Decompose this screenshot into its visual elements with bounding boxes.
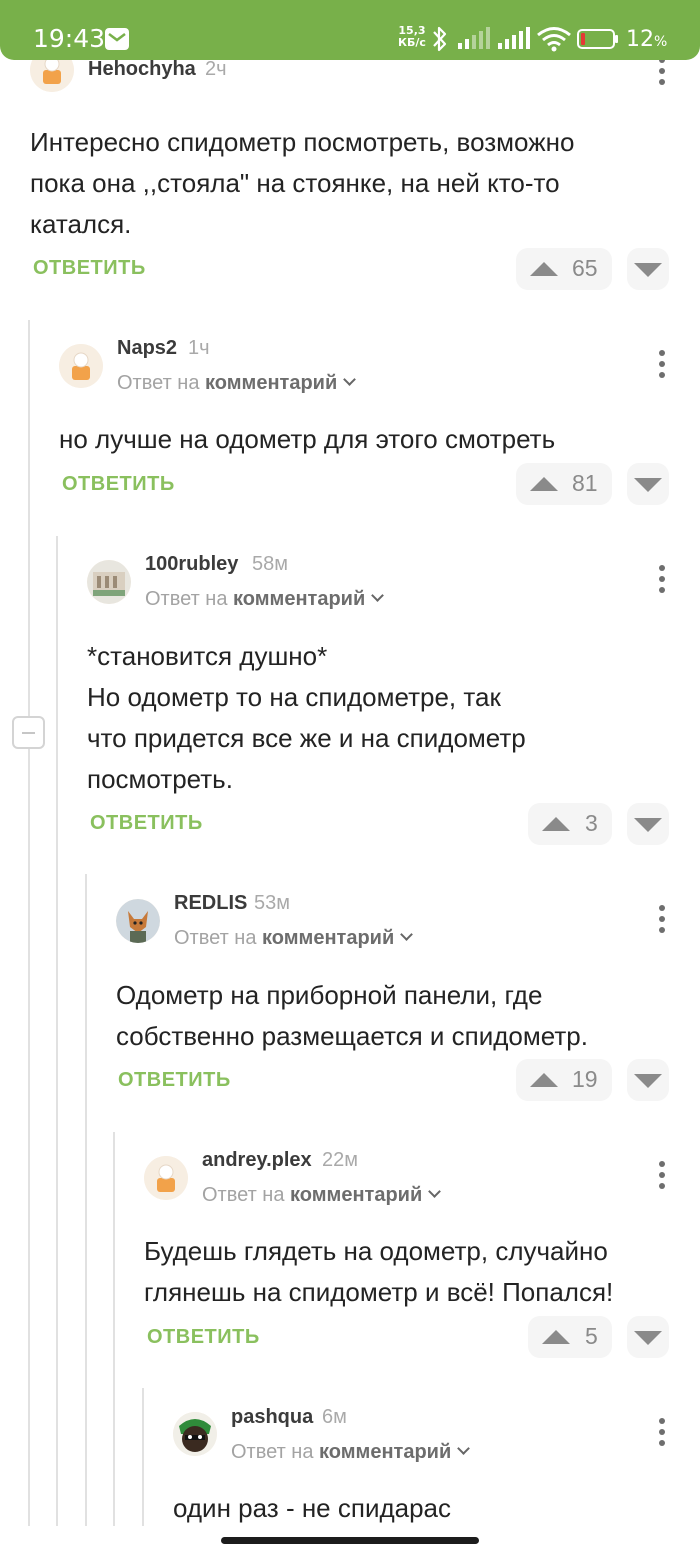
collapse-thread-button[interactable] [12, 716, 45, 749]
more-options-icon[interactable] [654, 565, 670, 597]
chevron-down-icon [428, 1185, 442, 1198]
upvote-button[interactable]: 3 [528, 803, 612, 845]
rating-count: 3 [585, 810, 598, 836]
comment-text: один раз - не спидарас [173, 1493, 452, 1523]
comment-text: Одометр на приборной панели, где собстве… [116, 980, 588, 1051]
upvote-button[interactable]: 19 [516, 1059, 612, 1101]
avatar[interactable] [173, 1412, 217, 1456]
downvote-button[interactable] [627, 463, 669, 505]
reply-to-link[interactable]: Ответ на комментарий [231, 1441, 471, 1464]
upvote-button[interactable]: 65 [516, 248, 612, 290]
comment-time: 53м [254, 892, 290, 914]
arrow-up-icon [530, 477, 558, 491]
reply-button[interactable]: ОТВЕТИТЬ [33, 257, 146, 280]
comment-author[interactable]: 100rubley [145, 553, 238, 576]
arrow-up-icon [530, 1073, 558, 1087]
arrow-up-icon [542, 817, 570, 831]
chevron-down-icon [343, 373, 357, 386]
reply-to-link[interactable]: Ответ на комментарий [145, 588, 385, 611]
reply-button[interactable]: ОТВЕТИТЬ [90, 812, 203, 835]
status-time: 19:43 [33, 24, 106, 53]
arrow-down-icon [634, 1074, 662, 1088]
battery-icon [577, 28, 619, 50]
thread-line[interactable] [28, 320, 30, 1526]
comment-text: но лучше на одометр для этого смотреть [59, 424, 556, 454]
comment-author[interactable]: REDLIS [174, 892, 247, 915]
reply-to-link[interactable]: Ответ на комментарий [202, 1184, 442, 1207]
avatar[interactable] [59, 344, 103, 388]
comment-text: Интересно спидометр посмотреть, возможно… [30, 127, 575, 239]
comment-time: 6м [322, 1406, 347, 1428]
more-options-icon[interactable] [654, 57, 670, 89]
arrow-up-icon [530, 262, 558, 276]
rating-count: 19 [572, 1066, 598, 1092]
more-options-icon[interactable] [654, 1418, 670, 1450]
arrow-down-icon [634, 263, 662, 277]
reply-button[interactable]: ОТВЕТИТЬ [62, 473, 175, 496]
reply-button[interactable]: ОТВЕТИТЬ [147, 1326, 260, 1349]
comment-time: 58м [252, 553, 288, 575]
reply-button[interactable]: ОТВЕТИТЬ [118, 1069, 231, 1092]
status-bar: 19:43 15,3 КБ/с 12% [0, 0, 700, 60]
downvote-button[interactable] [627, 1316, 669, 1358]
comment-time: 2ч [205, 58, 227, 80]
arrow-down-icon [634, 818, 662, 832]
rating-count: 65 [572, 255, 598, 281]
comment-author[interactable]: pashqua [231, 1406, 313, 1429]
arrow-down-icon [634, 478, 662, 492]
upvote-button[interactable]: 5 [528, 1316, 612, 1358]
comment-author[interactable]: andrey.plex [202, 1149, 312, 1172]
battery-percent: 12% [626, 27, 668, 52]
more-options-icon[interactable] [654, 1161, 670, 1193]
bluetooth-icon [430, 24, 450, 54]
comment-author[interactable]: Naps2 [117, 337, 177, 360]
comment-text: Будешь глядеть на одометр, случайно глян… [144, 1236, 614, 1307]
thread-line[interactable] [56, 536, 58, 1526]
comment-author[interactable]: Hehochyha [88, 58, 196, 81]
comment-time: 1ч [188, 337, 210, 359]
mail-icon [105, 28, 129, 50]
home-indicator[interactable] [221, 1537, 479, 1544]
thread-line[interactable] [85, 874, 87, 1526]
thread-line[interactable] [142, 1388, 144, 1526]
thread-line[interactable] [113, 1132, 115, 1526]
avatar[interactable] [116, 899, 160, 943]
upvote-button[interactable]: 81 [516, 463, 612, 505]
wifi-icon [536, 26, 572, 52]
rating-count: 81 [572, 470, 598, 496]
arrow-up-icon [542, 1330, 570, 1344]
chevron-down-icon [457, 1442, 471, 1455]
reply-to-link[interactable]: Ответ на комментарий [174, 927, 414, 950]
downvote-button[interactable] [627, 1059, 669, 1101]
comment-time: 22м [322, 1149, 358, 1171]
arrow-down-icon [634, 1331, 662, 1345]
rating-count: 5 [585, 1323, 598, 1349]
downvote-button[interactable] [627, 248, 669, 290]
signal-icon [496, 27, 530, 49]
chevron-down-icon [400, 928, 414, 941]
signal-icon [456, 27, 490, 49]
avatar[interactable] [87, 560, 131, 604]
more-options-icon[interactable] [654, 350, 670, 382]
chevron-down-icon [371, 589, 385, 602]
network-speed: 15,3 КБ/с [398, 24, 426, 49]
comment-text: *становится душно* Но одометр то на спид… [87, 641, 526, 794]
reply-to-link[interactable]: Ответ на комментарий [117, 372, 357, 395]
avatar[interactable] [144, 1156, 188, 1200]
downvote-button[interactable] [627, 803, 669, 845]
more-options-icon[interactable] [654, 905, 670, 937]
